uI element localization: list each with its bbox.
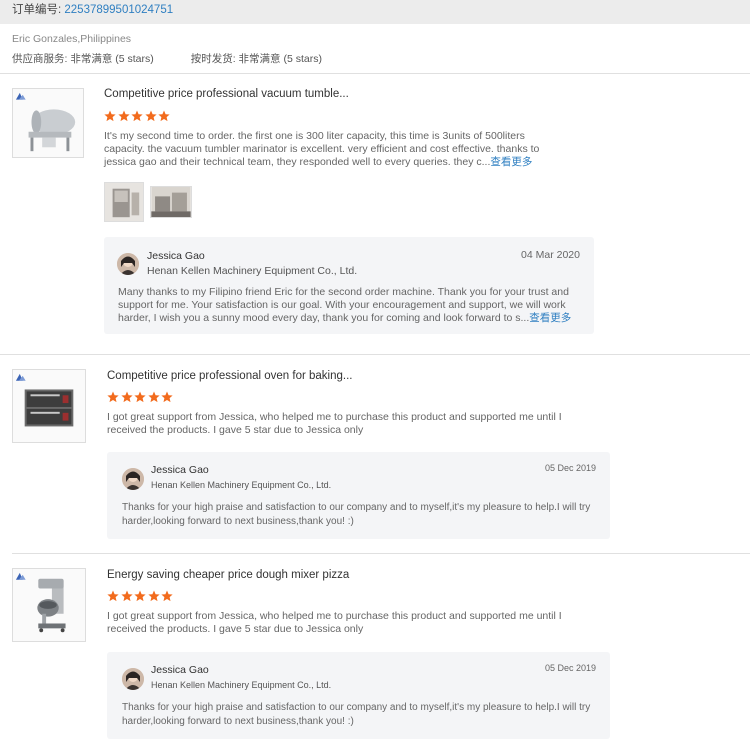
star-icon	[161, 391, 173, 403]
reply-text: Thanks for your high praise and satisfac…	[122, 502, 591, 527]
reply-text: Thanks for your high praise and satisfac…	[122, 702, 591, 727]
review-text: It's my second time to order. the first …	[104, 130, 566, 169]
rating-stars	[104, 110, 172, 125]
review-photo[interactable]	[104, 182, 144, 222]
review-photo-image	[105, 183, 143, 221]
star-icon	[131, 110, 143, 122]
buyer-name-country: Eric Gonzales,Philippines	[12, 33, 132, 45]
divider	[0, 354, 750, 355]
delivery-stars: (5 stars)	[283, 53, 322, 65]
product-thumbnail[interactable]	[12, 88, 84, 158]
see-more-link[interactable]: 查看更多	[529, 312, 571, 324]
supplier-ratings: 供应商服务: 非常满意 (5 stars) 按时发货: 非常满意 (5 star…	[12, 51, 322, 66]
reply-date: 04 Mar 2020	[521, 249, 580, 261]
reply-text-body: Many thanks to my Filipino friend Eric f…	[118, 286, 569, 324]
star-icon	[117, 110, 130, 122]
delivery-label: 按时发货:	[190, 53, 239, 65]
star-icon	[161, 590, 173, 602]
oven-image	[13, 370, 85, 442]
dough-mixer-image	[13, 569, 85, 641]
divider	[0, 73, 750, 74]
product-thumbnail[interactable]	[12, 568, 86, 642]
seller-name: Jessica Gao	[151, 664, 209, 676]
seller-name: Jessica Gao	[147, 250, 205, 262]
reply-date: 05 Dec 2019	[544, 663, 596, 673]
rating-stars	[107, 590, 175, 605]
product-title-link[interactable]: Energy saving cheaper price dough mixer …	[107, 569, 349, 581]
reply-text: Many thanks to my Filipino friend Eric f…	[118, 286, 584, 325]
review-text: I got great support from Jessica, who he…	[107, 610, 562, 635]
see-more-link[interactable]: 查看更多	[490, 156, 532, 168]
star-icon	[120, 391, 133, 403]
seller-company: Henan Kellen Machinery Equipment Co., Lt…	[151, 480, 332, 490]
supplier-service-label: 供应商服务:	[12, 53, 71, 65]
supplier-service-value: 非常满意	[70, 53, 113, 65]
divider	[12, 553, 750, 554]
seller-reply: Jessica Gao Henan Kellen Machinery Equip…	[104, 237, 594, 334]
star-icon	[107, 391, 119, 403]
order-number-row: 订单编号: 22537899501024751	[12, 1, 173, 17]
star-icon	[144, 110, 157, 122]
star-icon	[158, 110, 170, 122]
review-text-body: It's my second time to order. the first …	[104, 130, 540, 168]
seller-reply: Jessica Gao Henan Kellen Machinery Equip…	[107, 652, 610, 739]
product-title-link[interactable]: Competitive price professional vacuum tu…	[104, 88, 349, 100]
reply-date: 05 Dec 2019	[544, 463, 596, 473]
seller-company: Henan Kellen Machinery Equipment Co., Lt…	[147, 265, 358, 277]
seller-reply: Jessica Gao Henan Kellen Machinery Equip…	[107, 452, 610, 539]
order-number-label: 订单编号:	[12, 4, 65, 16]
star-icon	[147, 391, 160, 403]
star-icon	[147, 590, 160, 602]
star-icon	[134, 590, 146, 602]
tumbler-machine-image	[13, 89, 83, 157]
seller-company: Henan Kellen Machinery Equipment Co., Lt…	[151, 680, 332, 690]
delivery-value: 非常满意	[238, 53, 281, 65]
review-text: I got great support from Jessica, who he…	[107, 411, 562, 436]
order-header-bar: 订单编号: 22537899501024751	[0, 0, 750, 24]
seller-name: Jessica Gao	[151, 464, 209, 476]
review-photo-image	[151, 187, 191, 217]
avatar-icon	[122, 668, 144, 690]
supplier-service-stars: (5 stars)	[115, 53, 154, 65]
star-icon	[107, 590, 119, 602]
product-thumbnail[interactable]	[12, 369, 86, 443]
star-icon	[104, 110, 116, 122]
review-photo[interactable]	[150, 186, 192, 218]
avatar-icon	[117, 253, 139, 275]
order-number-link[interactable]: 22537899501024751	[64, 4, 173, 16]
rating-stars	[107, 391, 175, 406]
star-icon	[120, 590, 133, 602]
star-icon	[134, 391, 146, 403]
avatar-icon	[122, 468, 144, 490]
product-title-link[interactable]: Competitive price professional oven for …	[107, 370, 352, 382]
